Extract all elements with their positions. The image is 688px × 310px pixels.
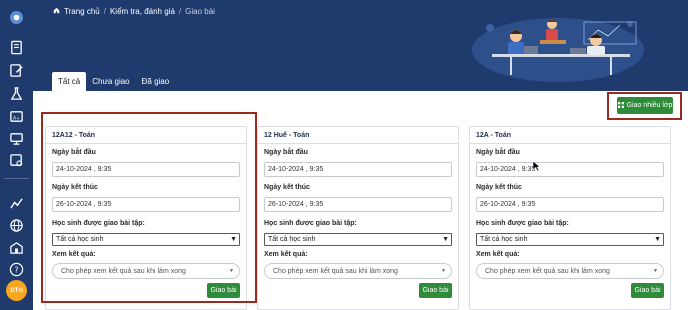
avatar[interactable]: DTH <box>6 280 27 301</box>
class-card: 12A - Toán Ngày bắt đầu 24-10-2024 , 9:3… <box>469 126 671 310</box>
caret-down-icon: ▼ <box>442 236 449 243</box>
start-date-label: Ngày bắt đầu <box>264 149 308 156</box>
result-select[interactable]: Cho phép xem kết quả sau khi làm xong ▼ <box>264 263 452 279</box>
edit-icon[interactable] <box>8 62 25 79</box>
class-card-title: 12 Huế - Toán <box>258 127 458 144</box>
assign-multiple-label: Giao nhiều lớp <box>626 102 673 109</box>
students-label: Học sinh được giao bài tập: <box>264 220 357 227</box>
end-date-label: Ngày kết thúc <box>476 184 522 191</box>
breadcrumb-separator: / <box>103 7 106 16</box>
flask-icon[interactable] <box>8 85 25 102</box>
review-icon[interactable] <box>8 152 25 169</box>
tab-all[interactable]: Tất cả <box>52 72 87 91</box>
end-date-input[interactable]: 26-10-2024 , 9:35 <box>264 197 452 212</box>
breadcrumb: Trang chủ / Kiểm tra, đánh giá / Giao bà… <box>53 7 215 16</box>
result-label: Xem kết quả: <box>264 251 308 258</box>
globe-icon[interactable] <box>8 217 25 234</box>
tab-bar: Tất cả Chưa giao Đã giao <box>52 72 175 91</box>
breadcrumb-current: Giao bài <box>185 7 215 16</box>
caret-down-icon: ▼ <box>441 268 446 274</box>
students-label: Học sinh được giao bài tập: <box>476 220 569 227</box>
caret-down-icon: ▼ <box>654 236 661 243</box>
assign-multiple-classes-button[interactable]: Giao nhiều lớp <box>617 97 673 114</box>
class-card-title: 12A - Toán <box>470 127 670 144</box>
tab-not-assigned[interactable]: Chưa giao <box>86 72 135 91</box>
result-select-value: Cho phép xem kết quả sau khi làm xong <box>485 267 610 275</box>
start-date-input[interactable]: 24-10-2024 , 9:35 <box>264 162 452 177</box>
svg-text:A+: A+ <box>13 115 20 121</box>
caret-down-icon: ▼ <box>653 268 658 274</box>
app-logo-icon[interactable] <box>8 9 25 26</box>
svg-text:?: ? <box>15 265 19 274</box>
page-header: Trang chủ / Kiểm tra, đánh giá / Giao bà… <box>33 0 688 91</box>
home-icon[interactable] <box>53 7 60 16</box>
result-select-value: Cho phép xem kết quả sau khi làm xong <box>273 267 398 275</box>
sidebar: A+ ? DTH <box>0 0 33 310</box>
tab-assigned[interactable]: Đã giao <box>136 72 176 91</box>
document-icon[interactable] <box>8 39 25 56</box>
assign-button[interactable]: Giao bài <box>631 283 664 298</box>
result-select[interactable]: Cho phép xem kết quả sau khi làm xong ▼ <box>476 263 664 279</box>
start-date-input[interactable]: 24-10-2024 , 9:35 <box>476 162 664 177</box>
students-select[interactable]: Tất cả học sinh ▼ <box>476 233 664 246</box>
breadcrumb-home[interactable]: Trang chủ <box>64 7 100 16</box>
exam-icon[interactable]: A+ <box>8 108 25 125</box>
grid-icon <box>617 101 624 110</box>
students-select-value: Tất cả học sinh <box>480 236 528 243</box>
school-icon[interactable] <box>8 239 25 256</box>
monitor-icon[interactable] <box>8 130 25 147</box>
breadcrumb-separator: / <box>178 7 182 16</box>
class-card: 12 Huế - Toán Ngày bắt đầu 24-10-2024 , … <box>257 126 459 310</box>
assign-button[interactable]: Giao bài <box>419 283 452 298</box>
sidebar-divider <box>4 178 29 179</box>
chart-icon[interactable] <box>8 194 25 211</box>
main-content: Giao nhiều lớp 12A12 - Toán Ngày bắt đầu… <box>33 91 688 310</box>
result-label: Xem kết quả: <box>476 251 520 258</box>
students-select[interactable]: Tất cả học sinh ▼ <box>264 233 452 246</box>
students-select-value: Tất cả học sinh <box>268 236 316 243</box>
end-date-label: Ngày kết thúc <box>264 184 310 191</box>
students-illustration <box>470 10 645 82</box>
mouse-cursor-icon <box>532 160 541 172</box>
highlight-box <box>41 112 257 303</box>
start-date-label: Ngày bắt đầu <box>476 149 520 156</box>
end-date-input[interactable]: 26-10-2024 , 9:35 <box>476 197 664 212</box>
breadcrumb-section[interactable]: Kiểm tra, đánh giá <box>110 7 175 16</box>
help-icon[interactable]: ? <box>8 261 25 278</box>
